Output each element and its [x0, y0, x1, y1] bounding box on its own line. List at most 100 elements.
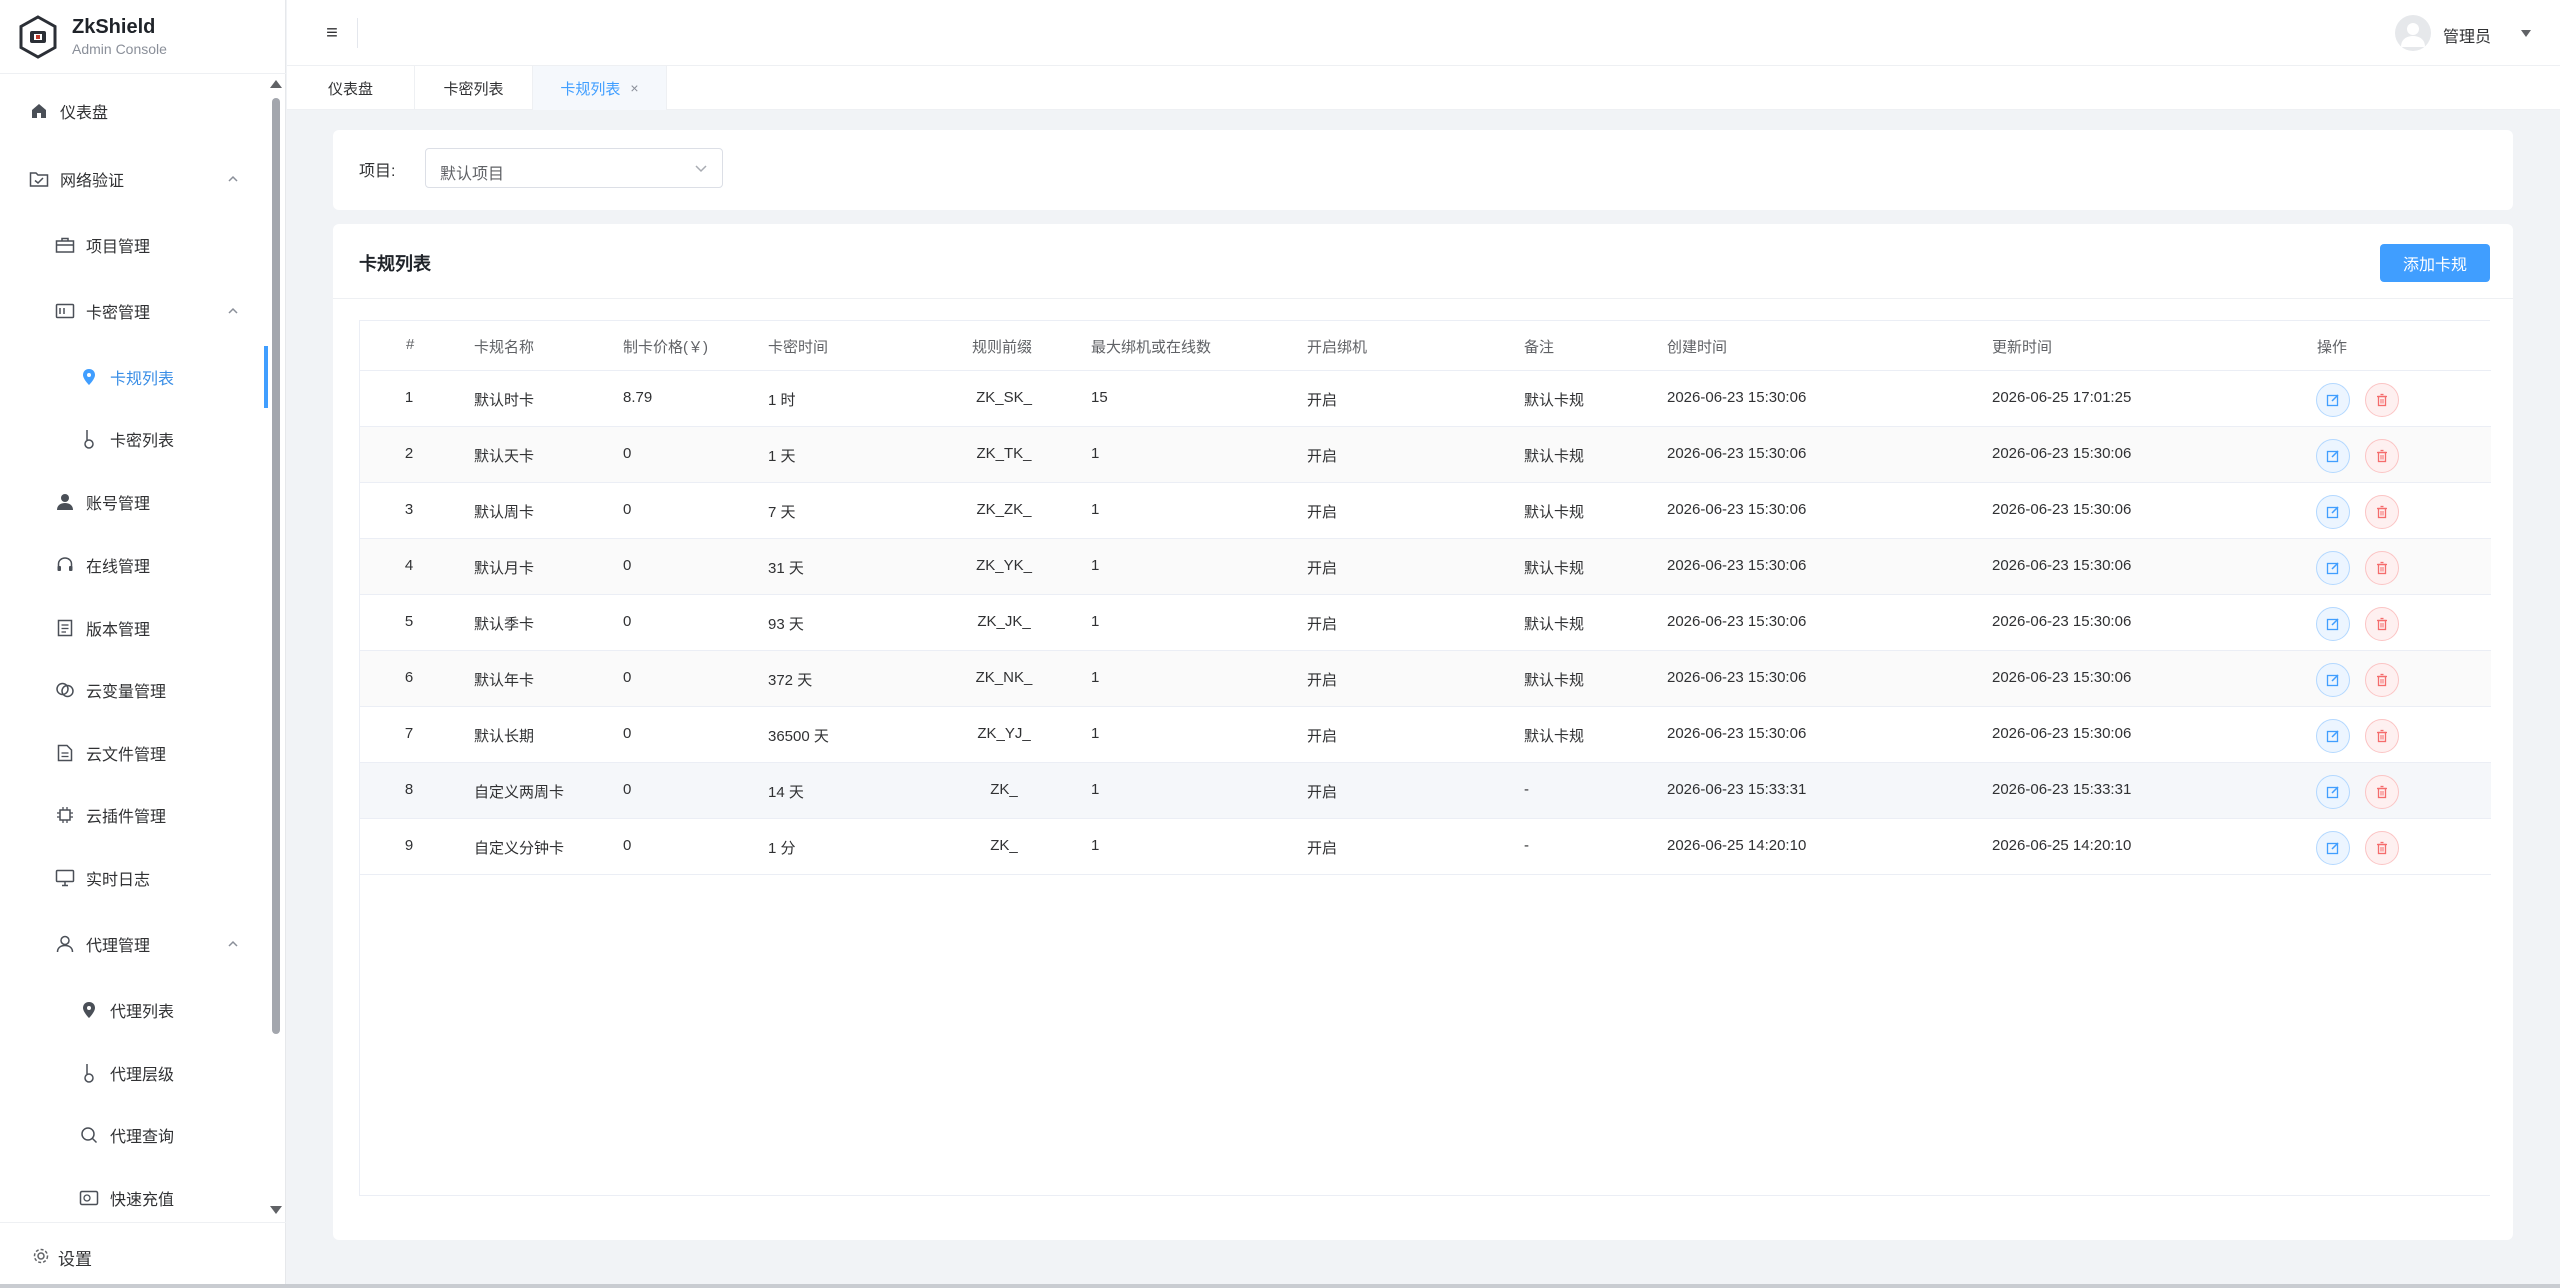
edit-icon [2326, 730, 2339, 743]
pin-icon [78, 999, 100, 1021]
user-menu[interactable]: 管理员 [2395, 13, 2535, 53]
table-cell: 4 [404, 557, 414, 574]
document-icon [54, 617, 76, 639]
project-filter-label: 项目: [359, 163, 396, 180]
sidebar-item-label: 代理列表 [110, 1004, 175, 1021]
column-header: 更新时间 [1992, 339, 2053, 356]
table-cell: 372 天 [768, 672, 813, 689]
edit-button[interactable] [2316, 439, 2350, 473]
table-cell: 开启 [1307, 448, 1338, 465]
edit-button[interactable] [2316, 775, 2350, 809]
menu-toggle-icon[interactable]: ≡ [321, 22, 343, 44]
table-cell: 1 [1091, 725, 1100, 742]
edit-button[interactable] [2316, 551, 2350, 585]
table-cell: 3 [404, 501, 414, 518]
table-cell: 2026-06-23 15:30:06 [1992, 445, 2132, 462]
table-cell: 14 天 [768, 784, 804, 801]
edit-button[interactable] [2316, 719, 2350, 753]
table-row[interactable]: 7 默认长期 0 36500 天 ZK_YJ_ 1 开启 默认卡规 2026-06-23 15:… [360, 707, 2491, 763]
project-select[interactable]: 默认项目 [425, 148, 723, 188]
sidebar-item-agent-list[interactable]: 代理列表 [0, 985, 268, 1035]
column-header: 卡密时间 [768, 339, 829, 356]
delete-button[interactable] [2365, 383, 2399, 417]
sidebar-item-agent-query[interactable]: 代理查询 [0, 1110, 268, 1160]
table-cell: 2026-06-23 15:30:06 [1667, 557, 1807, 574]
edit-icon [2326, 450, 2339, 463]
edit-button[interactable] [2316, 607, 2350, 641]
sidebar-item-label: 卡密管理 [86, 305, 151, 322]
column-header: 制卡价格(￥) [623, 339, 708, 356]
sidebar-item-project[interactable]: 项目管理 [0, 220, 268, 270]
scrollbar-thumb[interactable] [272, 98, 280, 1034]
brand[interactable]: ZkShield Admin Console [0, 0, 286, 74]
table-cell: 2026-06-23 15:30:06 [1667, 725, 1807, 742]
tab-card-rules[interactable]: 卡规列表 × [533, 66, 667, 110]
table-cell: 15 [1091, 389, 1108, 406]
sidebar-item-label: 云变量管理 [86, 684, 167, 701]
edit-button[interactable] [2316, 831, 2350, 865]
close-icon[interactable]: × [630, 80, 638, 96]
trash-icon [2377, 505, 2387, 519]
sidebar-item-card-rules[interactable]: 卡规列表 [0, 352, 268, 402]
pin-icon [78, 366, 100, 388]
edit-button[interactable] [2316, 495, 2350, 529]
sidebar-item-agent-level[interactable]: 代理层级 [0, 1048, 268, 1098]
delete-button[interactable] [2365, 551, 2399, 585]
table-row[interactable]: 3 默认周卡 0 7 天 ZK_ZK_ 1 开启 默认卡规 2026-06-23 15:30:0… [360, 483, 2491, 539]
delete-button[interactable] [2365, 607, 2399, 641]
delete-button[interactable] [2365, 439, 2399, 473]
table-row[interactable]: 1 默认时卡 8.79 1 时 ZK_SK_ 15 开启 默认卡规 2026-06-23 15:… [360, 371, 2491, 427]
table-cell: 2026-06-25 17:01:25 [1992, 389, 2132, 406]
delete-button[interactable] [2365, 831, 2399, 865]
table-cell: 5 [404, 613, 414, 630]
delete-button[interactable] [2365, 775, 2399, 809]
sidebar-item-label: 代理查询 [110, 1129, 175, 1146]
column-header: 操作 [2317, 339, 2348, 356]
sidebar-item-realtime-log[interactable]: 实时日志 [0, 853, 268, 903]
delete-button[interactable] [2365, 719, 2399, 753]
avatar[interactable] [2395, 15, 2431, 51]
add-card-rule-button[interactable]: 添加卡规 [2380, 244, 2490, 282]
table-row[interactable]: 6 默认年卡 0 372 天 ZK_NK_ 1 开启 默认卡规 2026-06-23 15:30… [360, 651, 2491, 707]
table-row[interactable]: 8 自定义两周卡 0 14 天 ZK_ 1 开启 - 2026-06-23 15:33:31 20… [360, 763, 2491, 819]
edit-button[interactable] [2316, 383, 2350, 417]
trash-icon [2377, 393, 2387, 407]
table-row[interactable]: 5 默认季卡 0 93 天 ZK_JK_ 1 开启 默认卡规 2026-06-23 15:30:… [360, 595, 2491, 651]
sidebar-item-network-auth[interactable]: 网络验证 [0, 154, 268, 204]
sidebar-item-card-list[interactable]: 卡密列表 [0, 414, 268, 464]
sidebar-item-online[interactable]: 在线管理 [0, 540, 268, 590]
table-cell: 2026-06-23 15:33:31 [1992, 781, 2132, 798]
file-icon [54, 742, 76, 764]
edit-button[interactable] [2316, 663, 2350, 697]
delete-button[interactable] [2365, 495, 2399, 529]
sidebar-item-cloud-file[interactable]: 云文件管理 [0, 728, 268, 778]
settings-button[interactable]: 设置 [0, 1222, 286, 1288]
brand-title: ZkShield [72, 16, 156, 38]
card-divider [333, 298, 2513, 299]
table-row[interactable]: 2 默认天卡 0 1 天 ZK_TK_ 1 开启 默认卡规 2026-06-23 15:30:0… [360, 427, 2491, 483]
sidebar-item-quick-recharge[interactable]: 快速充值 [0, 1173, 268, 1222]
table-cell: 默认卡规 [1524, 616, 1585, 633]
sidebar-item-dashboard[interactable]: 仪表盘 [0, 86, 268, 136]
table-cell: 9 [404, 837, 414, 854]
brand-subtitle: Admin Console [72, 41, 167, 57]
sidebar-item-accounts[interactable]: 账号管理 [0, 477, 268, 527]
sidebar-item-version[interactable]: 版本管理 [0, 603, 268, 653]
trash-icon [2377, 729, 2387, 743]
sidebar-item-cloud-plugin[interactable]: 云插件管理 [0, 790, 268, 840]
sidebar-item-label: 账号管理 [86, 496, 151, 513]
table-cell: 默认时卡 [474, 392, 535, 409]
tab-card-list[interactable]: 卡密列表 [415, 66, 533, 110]
delete-button[interactable] [2365, 663, 2399, 697]
sidebar-item-cloud-variable[interactable]: 云变量管理 [0, 665, 268, 715]
table-row[interactable]: 4 默认月卡 0 31 天 ZK_YK_ 1 开启 默认卡规 2026-06-23 15:30:… [360, 539, 2491, 595]
scroll-up-arrow-icon[interactable] [270, 80, 282, 88]
scroll-down-arrow-icon[interactable] [270, 1206, 282, 1214]
table-cell: 1 时 [768, 392, 796, 409]
table-cell: 开启 [1307, 392, 1338, 409]
table-row[interactable]: 9 自定义分钟卡 0 1 分 ZK_ 1 开启 - 2026-06-25 14:20:10 202… [360, 819, 2491, 875]
sidebar-item-card-manage[interactable]: 卡密管理 [0, 286, 268, 336]
chip-icon [54, 804, 76, 826]
tab-dashboard[interactable]: 仪表盘 [287, 66, 415, 110]
sidebar-item-agent-manage[interactable]: 代理管理 [0, 919, 268, 969]
